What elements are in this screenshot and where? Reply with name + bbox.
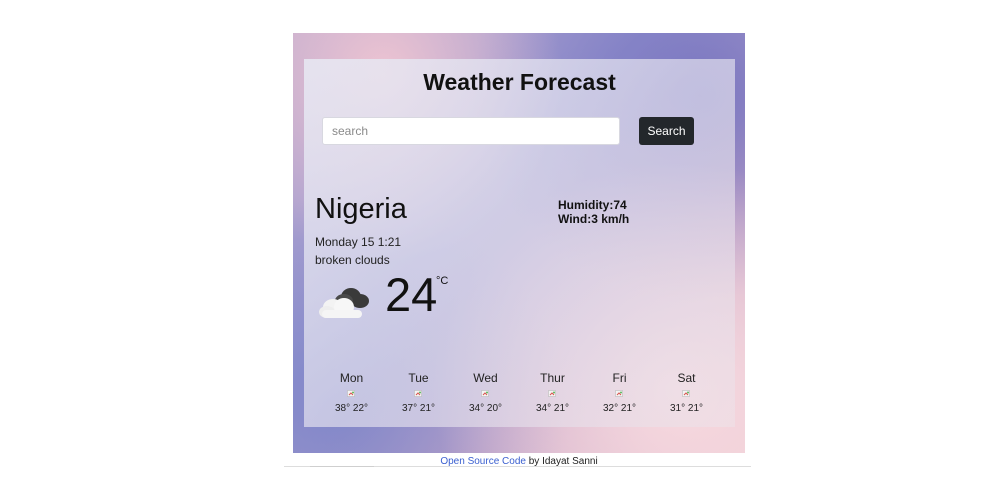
forecast-day-name: Sat xyxy=(677,371,696,385)
broken-image-icon xyxy=(586,386,653,402)
forecast-day: Sat 31° 21° xyxy=(653,370,720,420)
footer-divider-accent xyxy=(310,466,374,467)
forecast-temps: 34° 20° xyxy=(468,403,503,414)
forecast-day: Mon 38° 22° xyxy=(318,370,385,420)
broken-image-icon xyxy=(318,386,385,402)
forecast-day-name: Mon xyxy=(339,371,364,385)
wind-value: Wind:3 km/h xyxy=(558,212,630,226)
date-time: Monday 15 1:21 xyxy=(315,235,402,249)
forecast-day: Thur 34° 21° xyxy=(519,370,586,420)
search-button[interactable]: Search xyxy=(639,117,694,145)
broken-image-icon xyxy=(519,386,586,402)
forecast-day: Tue 37° 21° xyxy=(385,370,452,420)
forecast-row: Mon 38° 22° Tue 37° 21° Wed 34° 20° Thur… xyxy=(318,370,720,420)
forecast-day-name: Wed xyxy=(473,371,498,385)
forecast-temps: 32° 21° xyxy=(602,403,637,414)
broken-image-icon xyxy=(653,386,720,402)
search-input[interactable] xyxy=(322,117,620,145)
forecast-day-name: Thur xyxy=(540,371,565,385)
forecast-day-name: Fri xyxy=(612,371,627,385)
weather-description: broken clouds xyxy=(315,253,390,267)
humidity-value: Humidity:74 xyxy=(558,198,627,212)
broken-clouds-icon xyxy=(319,288,369,318)
forecast-temps: 34° 21° xyxy=(535,403,570,414)
forecast-temps: 37° 21° xyxy=(401,403,436,414)
broken-image-icon xyxy=(452,386,519,402)
city-name: Nigeria xyxy=(315,193,407,225)
forecast-temps: 38° 22° xyxy=(334,403,369,414)
broken-image-icon xyxy=(385,386,452,402)
forecast-day: Wed 34° 20° xyxy=(452,370,519,420)
forecast-day: Fri 32° 21° xyxy=(586,370,653,420)
forecast-temps: 31° 21° xyxy=(669,403,704,414)
weather-panel: Weather Forecast Search Nigeria Humidity… xyxy=(304,59,735,427)
forecast-day-name: Tue xyxy=(408,371,429,385)
background-image: Weather Forecast Search Nigeria Humidity… xyxy=(293,33,745,453)
page-title: Weather Forecast xyxy=(423,69,616,95)
temperature-unit: °C xyxy=(436,275,449,287)
temperature-value: 24 xyxy=(385,268,438,321)
